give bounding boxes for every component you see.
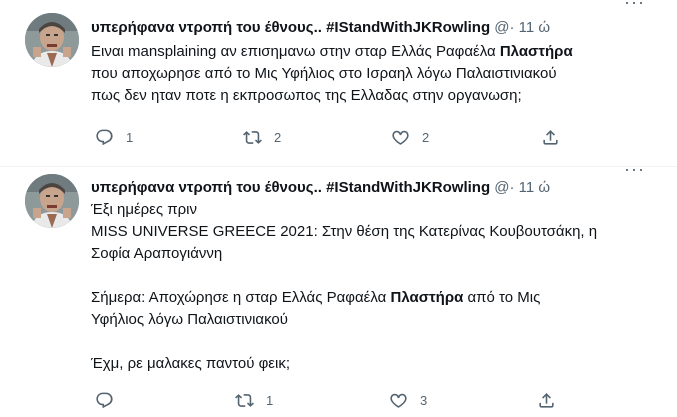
- retweet-icon: [235, 393, 254, 407]
- tweet-header: υπερήφανα ντροπή του έθνους.. #IStandWit…: [91, 177, 657, 199]
- tweet-text: Έξι ημέρες πριν MISS UNIVERSE GREECE 202…: [91, 199, 651, 375]
- action-bar: 1 3: [91, 388, 571, 412]
- retweet-count: 1: [266, 392, 274, 408]
- avatar[interactable]: [25, 174, 79, 228]
- heart-icon: [390, 393, 407, 408]
- share-button[interactable]: [541, 125, 560, 149]
- heart-icon: [392, 130, 409, 145]
- display-name[interactable]: υπερήφανα ντροπή του έθνους.. #IStandWit…: [91, 19, 490, 36]
- tweet[interactable]: υπερήφανα ντροπή του έθνους.. #IStandWit…: [0, 0, 677, 167]
- reply-count: 1: [126, 129, 134, 145]
- retweet-icon: [243, 130, 262, 144]
- share-button[interactable]: [537, 388, 556, 412]
- display-name[interactable]: υπερήφανα ντροπή του έθνους.. #IStandWit…: [91, 179, 490, 196]
- like-count: 2: [422, 129, 430, 145]
- tweet-text-bold: Πλαστήρα: [499, 43, 573, 60]
- more-icon[interactable]: ···: [624, 159, 645, 180]
- tweet[interactable]: υπερήφανα ντροπή του έθνους.. #IStandWit…: [0, 159, 677, 417]
- reply-icon: [96, 392, 113, 408]
- like-button[interactable]: 2: [391, 125, 429, 149]
- like-count: 3: [420, 392, 428, 408]
- tweet-text-part: Ειναι mansplaining αν επισημανω στην στα…: [91, 43, 500, 60]
- share-icon: [539, 392, 554, 408]
- more-icon[interactable]: ···: [624, 0, 645, 13]
- handle-time[interactable]: @· 11 ώ: [494, 19, 550, 36]
- tweet-text-bold: Πλαστήρα: [390, 289, 464, 306]
- avatar[interactable]: [25, 13, 79, 67]
- handle-time[interactable]: @· 11 ώ: [494, 179, 550, 196]
- tweet-text: Ειναι mansplaining αν επισημανω στην στα…: [91, 41, 651, 107]
- retweet-count: 2: [274, 129, 282, 145]
- retweet-button[interactable]: 2: [243, 125, 281, 149]
- reply-icon: [96, 129, 113, 145]
- like-button[interactable]: 3: [389, 388, 427, 412]
- tweet-header: υπερήφανα ντροπή του έθνους.. #IStandWit…: [91, 17, 657, 39]
- action-bar: 1 2 2: [91, 125, 571, 149]
- tweet-text-part: που αποχωρησε από το Μις Υφήλιος στο Ισρ…: [91, 65, 557, 104]
- share-icon: [543, 129, 558, 145]
- retweet-button[interactable]: 1: [235, 388, 273, 412]
- reply-button[interactable]: [95, 388, 126, 412]
- reply-button[interactable]: 1: [95, 125, 133, 149]
